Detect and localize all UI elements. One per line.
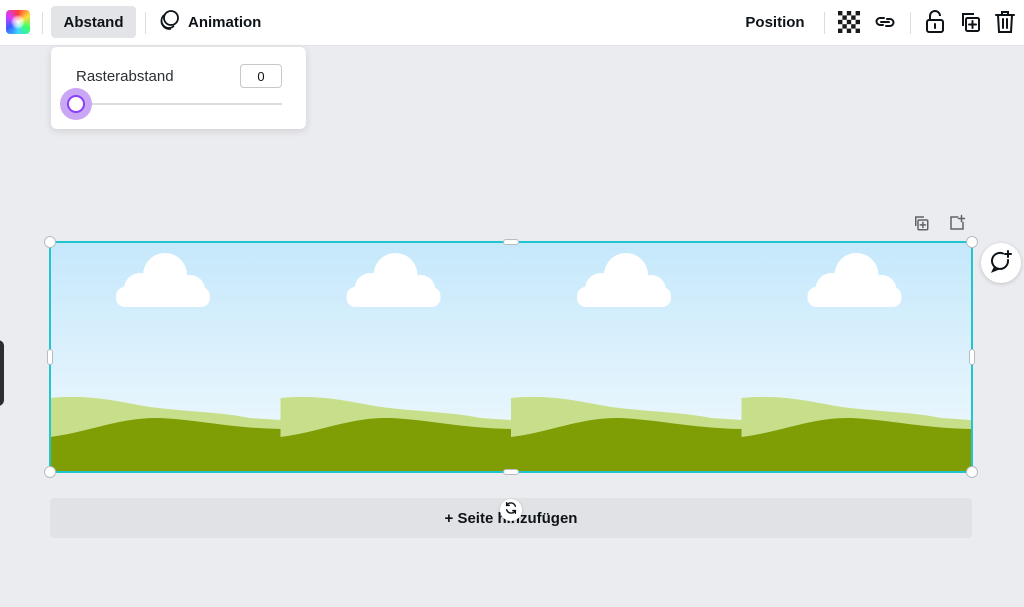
landscape-grid xyxy=(50,242,972,472)
add-comment-button[interactable] xyxy=(981,243,1021,283)
animation-icon xyxy=(158,9,180,35)
duplicate-icon[interactable] xyxy=(956,8,984,36)
position-button-label: Position xyxy=(745,13,805,31)
lock-icon[interactable] xyxy=(921,8,949,36)
resize-handle-top-right[interactable] xyxy=(966,236,978,248)
side-panel-toggle[interactable] xyxy=(0,340,4,406)
position-button[interactable]: Position xyxy=(735,6,815,38)
resize-handle-left[interactable] xyxy=(47,349,53,365)
design-page[interactable] xyxy=(50,242,972,472)
grid-spacing-value: 0 xyxy=(257,68,265,84)
grid-spacing-input[interactable]: 0 xyxy=(240,64,282,88)
resize-handle-bottom-left[interactable] xyxy=(44,466,56,478)
grid-spacing-label: Rasterabstand xyxy=(76,68,174,85)
top-toolbar: Abstand Animation Position xyxy=(0,0,1024,46)
duplicate-page-icon[interactable] xyxy=(910,212,932,234)
rotate-handle[interactable] xyxy=(500,499,522,521)
toolbar-divider xyxy=(145,12,146,34)
grid-spacing-slider-track[interactable] xyxy=(76,103,282,105)
grid-spacing-slider-thumb[interactable] xyxy=(67,95,85,113)
toolbar-divider xyxy=(42,12,43,34)
resize-handle-top[interactable] xyxy=(503,239,519,245)
trash-icon[interactable] xyxy=(991,8,1019,36)
resize-handle-bottom[interactable] xyxy=(503,469,519,475)
animation-button[interactable]: Animation xyxy=(158,6,261,38)
add-page-icon[interactable] xyxy=(946,212,968,234)
rotate-icon xyxy=(504,501,518,520)
link-icon[interactable] xyxy=(871,8,899,36)
add-comment-icon xyxy=(989,249,1013,278)
spacing-popover: Rasterabstand 0 xyxy=(51,47,306,129)
resize-handle-bottom-right[interactable] xyxy=(966,466,978,478)
spacing-button-label: Abstand xyxy=(63,13,124,31)
resize-handle-right[interactable] xyxy=(969,349,975,365)
transparency-icon[interactable] xyxy=(835,8,863,36)
spacing-button[interactable]: Abstand xyxy=(51,6,136,38)
animation-button-label: Animation xyxy=(188,13,262,31)
color-palette-icon[interactable] xyxy=(6,10,30,34)
toolbar-divider xyxy=(910,12,911,34)
resize-handle-top-left[interactable] xyxy=(44,236,56,248)
toolbar-divider xyxy=(824,12,825,34)
